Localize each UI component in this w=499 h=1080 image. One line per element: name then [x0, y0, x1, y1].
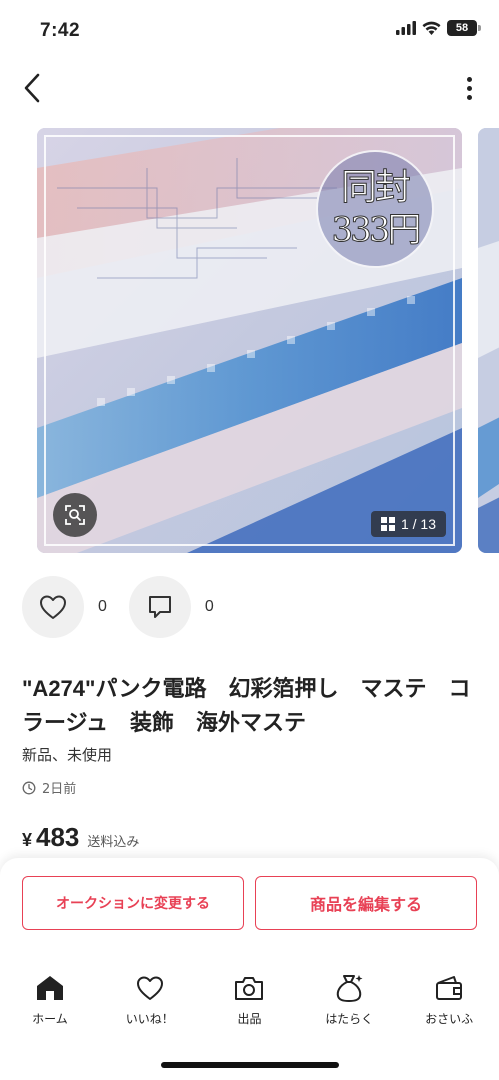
edit-item-button[interactable]: 商品を編集する	[255, 876, 477, 930]
cellular-signal-icon	[396, 21, 416, 35]
currency-symbol: ¥	[22, 830, 33, 850]
tab-sell[interactable]: 出品	[200, 972, 300, 1032]
tab-likes[interactable]: いいね！	[100, 972, 200, 1032]
posted-time: 2日前	[22, 778, 76, 797]
zoom-button[interactable]	[53, 493, 97, 537]
more-dot-icon	[466, 85, 472, 91]
item-condition: 新品、未使用	[22, 746, 113, 764]
battery-icon: 58	[447, 20, 481, 36]
like-count: 0	[98, 598, 107, 615]
next-photo-image	[478, 128, 499, 553]
tab-sell-label: 出品	[237, 1012, 262, 1026]
comment-icon	[148, 596, 171, 618]
comment-count: 0	[204, 598, 214, 615]
bundle-price-stamp: 同封 333円	[316, 150, 434, 268]
product-photo[interactable]: 同封 333円 1 / 13	[37, 128, 462, 553]
tab-home-label: ホーム	[32, 1012, 68, 1026]
status-bar: 7:42 58	[0, 0, 499, 56]
tab-work-label: はたらく	[325, 1012, 374, 1026]
tab-wallet[interactable]: おさいふ	[399, 972, 499, 1032]
tab-wallet-label: おさいふ	[425, 1012, 474, 1026]
grid-icon	[380, 517, 395, 531]
heart-icon	[134, 972, 166, 1004]
tab-work[interactable]: はたらく	[299, 972, 399, 1032]
camera-icon	[233, 972, 265, 1004]
more-dot-icon	[466, 76, 472, 82]
money-bag-icon	[333, 972, 365, 1004]
photo-counter-text: 1 / 13	[400, 516, 436, 532]
back-button[interactable]	[12, 68, 52, 108]
photo-counter: 1 / 13	[370, 511, 446, 537]
item-title: "A274"パンク電路 幻彩箔押し マステ コラージュ 装飾 海外マステ	[22, 676, 471, 735]
photo-carousel[interactable]: 同封 333円 1 / 13	[0, 128, 499, 553]
change-to-auction-button[interactable]: オークションに変更する	[22, 876, 244, 930]
heart-icon	[40, 595, 66, 619]
zoom-scan-icon	[65, 505, 85, 525]
stamp-line-1: 同封	[340, 167, 411, 208]
bottom-sheet: オークションに変更する 商品を編集する ホーム いいね！ 出品 はたらく おさい…	[0, 858, 499, 1080]
status-time: 7:42	[40, 20, 81, 41]
engagement-actions: 0 0	[22, 575, 236, 639]
nav-header	[0, 60, 499, 116]
stamp-line-2: 333円	[331, 210, 422, 251]
more-options-button[interactable]	[457, 68, 481, 108]
home-icon	[34, 972, 66, 1004]
more-dot-icon	[466, 94, 472, 100]
shipping-note: 送料込み	[87, 835, 140, 850]
wallet-icon	[433, 972, 465, 1004]
tab-likes-label: いいね！	[125, 1012, 174, 1026]
tab-home[interactable]: ホーム	[0, 972, 100, 1032]
chevron-left-icon	[24, 73, 40, 103]
home-indicator	[161, 1062, 339, 1068]
item-price: ¥ 483 送料込み	[22, 822, 139, 853]
like-button[interactable]	[22, 576, 84, 638]
price-value: 483	[36, 822, 80, 852]
comment-button[interactable]	[128, 576, 191, 638]
clock-icon	[22, 781, 36, 794]
wifi-icon	[422, 21, 441, 35]
posted-time-text: 2日前	[42, 782, 77, 797]
status-icons: 58	[396, 20, 481, 36]
next-product-photo[interactable]	[478, 128, 499, 553]
tab-bar: ホーム いいね！ 出品 はたらく おさいふ	[0, 972, 499, 1032]
